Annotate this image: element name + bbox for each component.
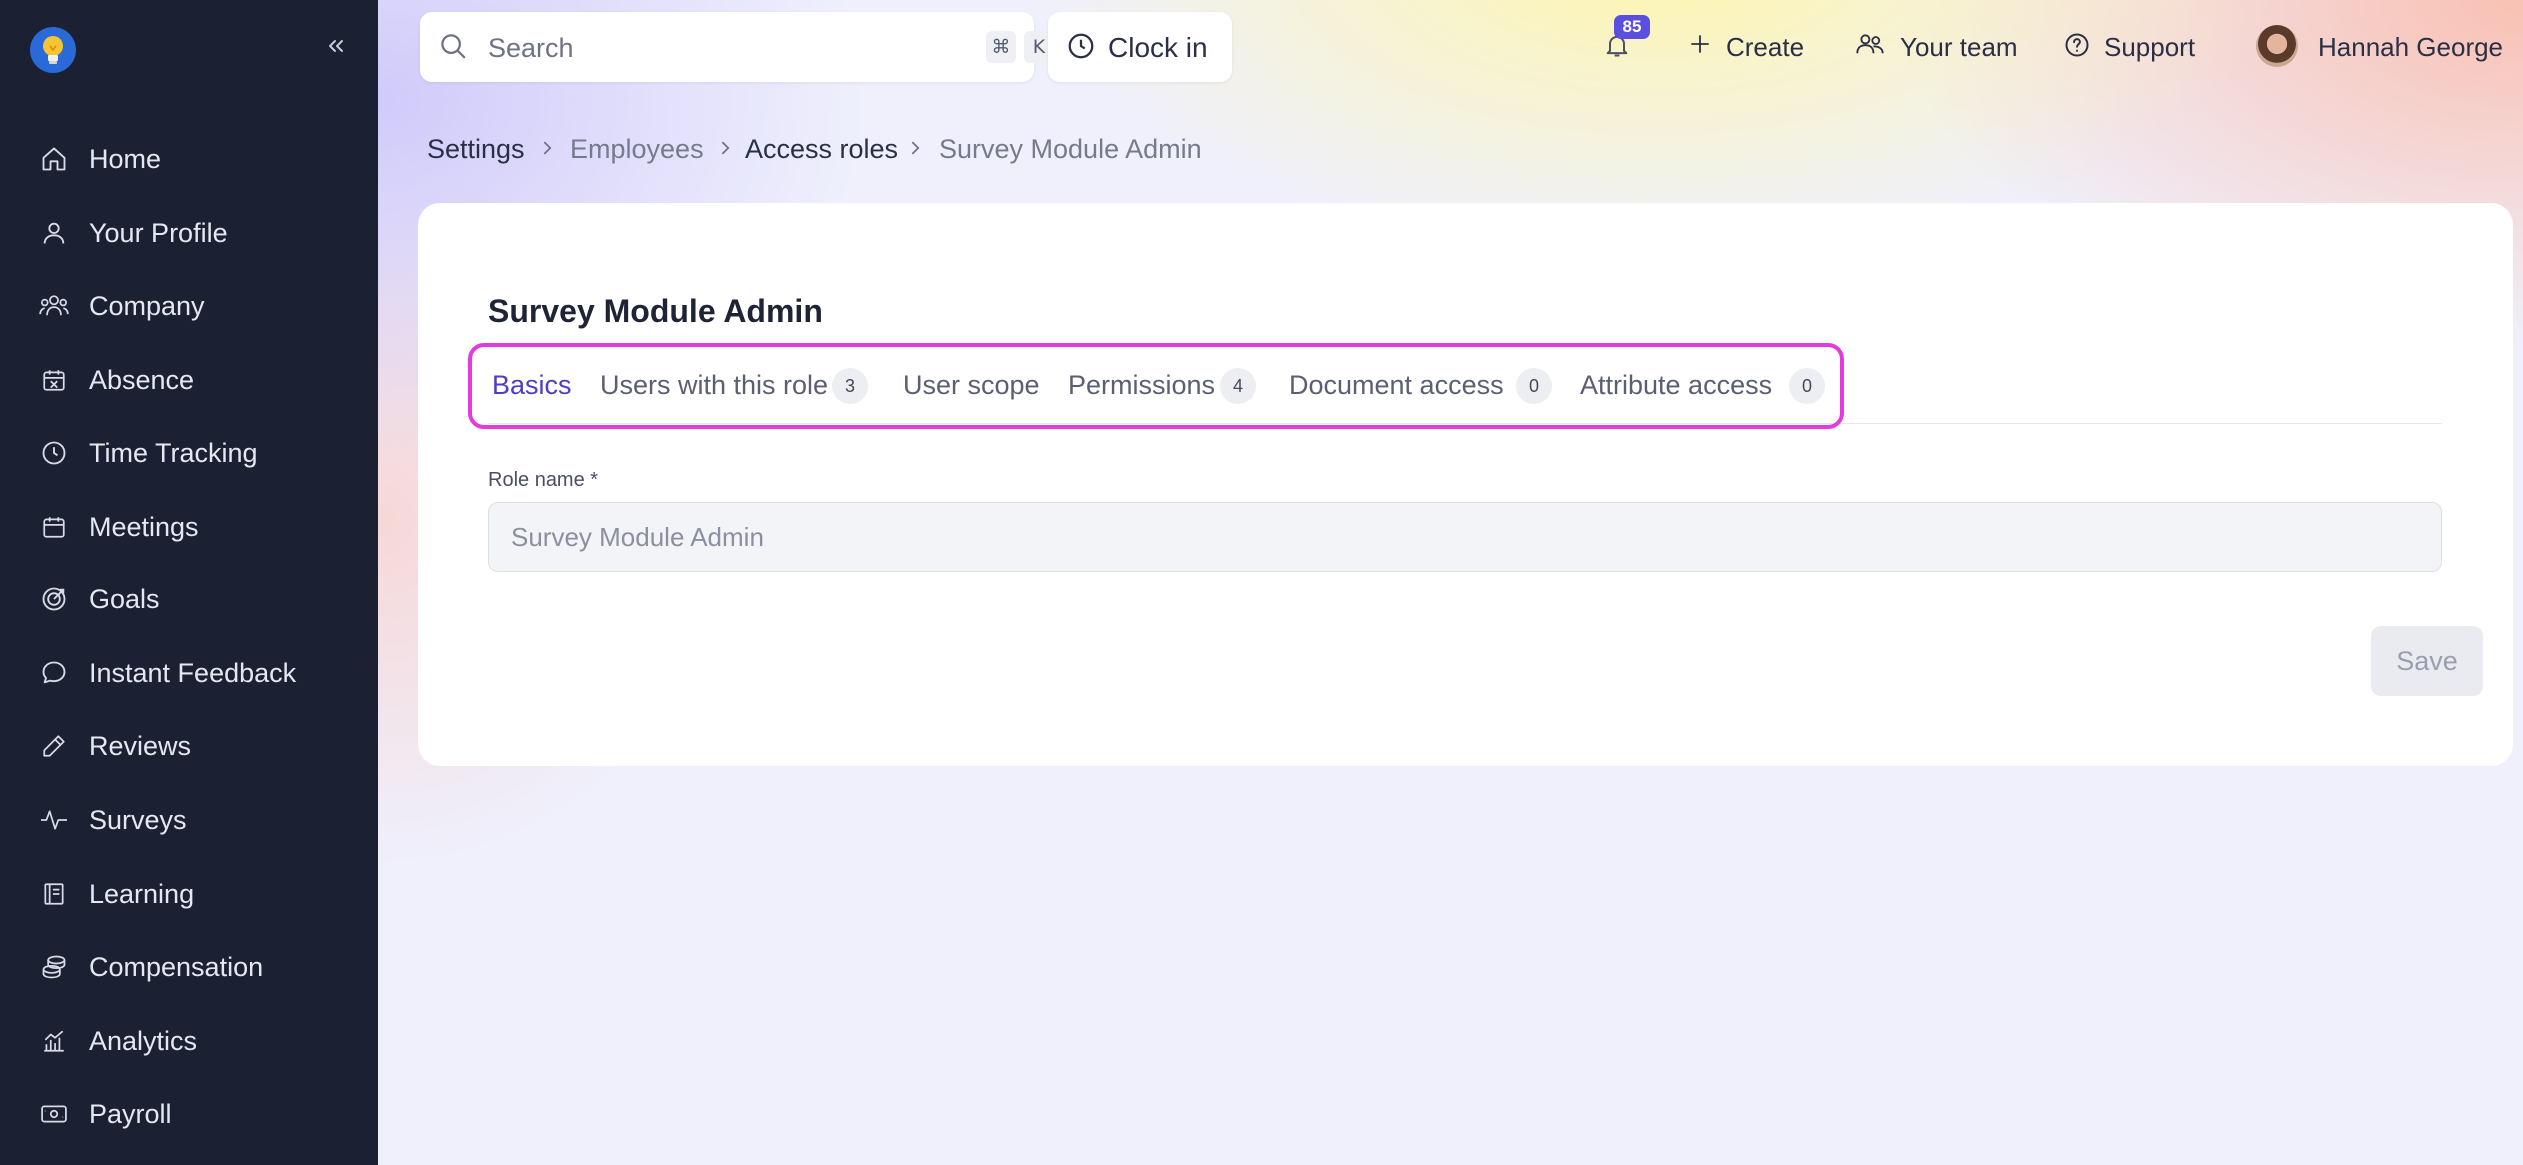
search-input[interactable]: Search ⌘ K bbox=[420, 12, 1054, 82]
target-icon bbox=[38, 583, 70, 615]
breadcrumb-current: Survey Module Admin bbox=[939, 134, 1202, 164]
calendar-x-icon bbox=[38, 364, 70, 396]
your-team-label: Your team bbox=[1900, 32, 2018, 62]
page-title: Survey Module Admin bbox=[488, 293, 823, 329]
sidebar-item-home[interactable]: Home bbox=[0, 128, 378, 188]
sidebar-item-reviews[interactable]: Reviews bbox=[0, 715, 378, 775]
sidebar-item-label: Absence bbox=[89, 365, 195, 395]
calendar-icon bbox=[38, 511, 70, 543]
sidebar-item-label: Your Profile bbox=[89, 218, 228, 248]
tab-label: User scope bbox=[903, 370, 1040, 400]
sidebar-item-compensation[interactable]: Compensation bbox=[0, 936, 378, 996]
tab-label: Permissions bbox=[1068, 370, 1216, 400]
your-team-button[interactable]: Your team bbox=[1855, 22, 2018, 63]
users-icon bbox=[1855, 30, 1885, 63]
breadcrumb-settings[interactable]: Settings bbox=[427, 134, 525, 165]
tab-label: Basics bbox=[492, 370, 572, 400]
lightbulb-icon[interactable] bbox=[30, 27, 76, 73]
pencil-icon bbox=[38, 730, 70, 762]
breadcrumb-access-roles[interactable]: Access roles bbox=[745, 134, 898, 165]
money-icon bbox=[38, 1098, 70, 1130]
chevrons-left-icon[interactable] bbox=[318, 28, 354, 64]
role-name-label: Role name * bbox=[488, 469, 599, 491]
book-icon bbox=[38, 878, 70, 910]
sidebar-item-label: Instant Feedback bbox=[89, 658, 297, 688]
notification-count-badge: 85 bbox=[1614, 15, 1650, 39]
sidebar-item-label: Learning bbox=[89, 879, 195, 909]
sidebar-item-analytics[interactable]: Analytics bbox=[0, 1010, 378, 1070]
chart-icon bbox=[38, 1025, 70, 1057]
avatar[interactable] bbox=[2256, 25, 2298, 67]
support-button[interactable]: Support bbox=[2063, 22, 2203, 62]
shortcut-key-cmd: ⌘ bbox=[986, 31, 1016, 63]
role-name-field[interactable] bbox=[488, 502, 2442, 572]
tab-basics[interactable]: Basics bbox=[492, 366, 572, 406]
sidebar-item-learning[interactable]: Learning bbox=[0, 863, 378, 923]
role-card: Survey Module Admin Basics Users with th… bbox=[418, 203, 2513, 766]
sidebar-item-goals[interactable]: Goals bbox=[0, 568, 378, 628]
activity-icon bbox=[38, 804, 70, 836]
chevron-right-icon bbox=[538, 135, 556, 166]
create-button[interactable]: Create bbox=[1688, 22, 1808, 62]
create-label: Create bbox=[1726, 32, 1805, 62]
help-circle-icon bbox=[2063, 31, 2091, 64]
sidebar-item-payroll[interactable]: Payroll bbox=[0, 1083, 378, 1143]
breadcrumb-employees[interactable]: Employees bbox=[570, 134, 704, 165]
sidebar: Home Your Profile Company Absence Time T… bbox=[0, 0, 378, 1165]
tab-count-badge: 3 bbox=[832, 368, 868, 404]
tab-count-badge: 0 bbox=[1516, 368, 1552, 404]
sidebar-item-label: Reviews bbox=[89, 731, 192, 761]
clock-in-button[interactable]: Clock in bbox=[1048, 12, 1232, 82]
support-label: Support bbox=[2104, 32, 2196, 62]
tab-attribute-access[interactable]: Attribute access 0 bbox=[1580, 366, 1830, 406]
tab-label: Attribute access bbox=[1580, 370, 1773, 400]
sidebar-item-label: Surveys bbox=[89, 805, 187, 835]
chat-icon bbox=[38, 657, 70, 689]
tab-count-badge: 0 bbox=[1789, 368, 1825, 404]
user-name: Hannah George bbox=[2318, 32, 2504, 62]
tab-label: Document access bbox=[1289, 370, 1504, 400]
coins-icon bbox=[38, 951, 70, 983]
save-button[interactable]: Save bbox=[2371, 626, 2483, 696]
home-icon bbox=[38, 143, 70, 175]
chevron-right-icon bbox=[716, 135, 734, 166]
clock-icon bbox=[38, 437, 70, 469]
chevron-right-icon bbox=[906, 135, 924, 166]
sidebar-item-surveys[interactable]: Surveys bbox=[0, 789, 378, 849]
sidebar-item-label: Meetings bbox=[89, 512, 199, 542]
user-menu[interactable]: Hannah George bbox=[2318, 22, 2518, 62]
clock-in-label: Clock in bbox=[1108, 32, 1208, 63]
sidebar-item-company[interactable]: Company bbox=[0, 275, 378, 335]
search-placeholder: Search bbox=[488, 33, 574, 63]
sidebar-item-meetings[interactable]: Meetings bbox=[0, 496, 378, 556]
tab-document-access[interactable]: Document access 0 bbox=[1289, 366, 1559, 406]
plus-icon bbox=[1688, 32, 1712, 61]
sidebar-item-absence[interactable]: Absence bbox=[0, 349, 378, 409]
sidebar-item-label: Time Tracking bbox=[89, 438, 258, 468]
sidebar-item-label: Home bbox=[89, 144, 162, 174]
sidebar-item-label: Compensation bbox=[89, 952, 264, 982]
main-area: Search ⌘ K Clock in 85 Create Your team bbox=[378, 0, 2523, 1165]
users-icon bbox=[38, 290, 70, 322]
tab-user-scope[interactable]: User scope bbox=[903, 366, 1040, 406]
sidebar-item-label: Goals bbox=[89, 584, 160, 614]
sidebar-item-your-profile[interactable]: Your Profile bbox=[0, 202, 378, 262]
sidebar-item-instant-feedback[interactable]: Instant Feedback bbox=[0, 642, 378, 702]
clock-icon bbox=[1066, 31, 1096, 66]
sidebar-item-label: Payroll bbox=[89, 1099, 172, 1129]
tab-count-badge: 4 bbox=[1220, 368, 1256, 404]
tab-label: Users with this role bbox=[600, 370, 829, 400]
user-icon bbox=[38, 217, 70, 249]
sidebar-item-label: Analytics bbox=[89, 1026, 198, 1056]
tab-users-with-this-role[interactable]: Users with this role 3 bbox=[600, 366, 870, 406]
sidebar-item-label: Company bbox=[89, 291, 205, 321]
tab-permissions[interactable]: Permissions 4 bbox=[1068, 366, 1258, 406]
sidebar-item-time-tracking[interactable]: Time Tracking bbox=[0, 422, 378, 482]
search-icon bbox=[438, 31, 468, 66]
